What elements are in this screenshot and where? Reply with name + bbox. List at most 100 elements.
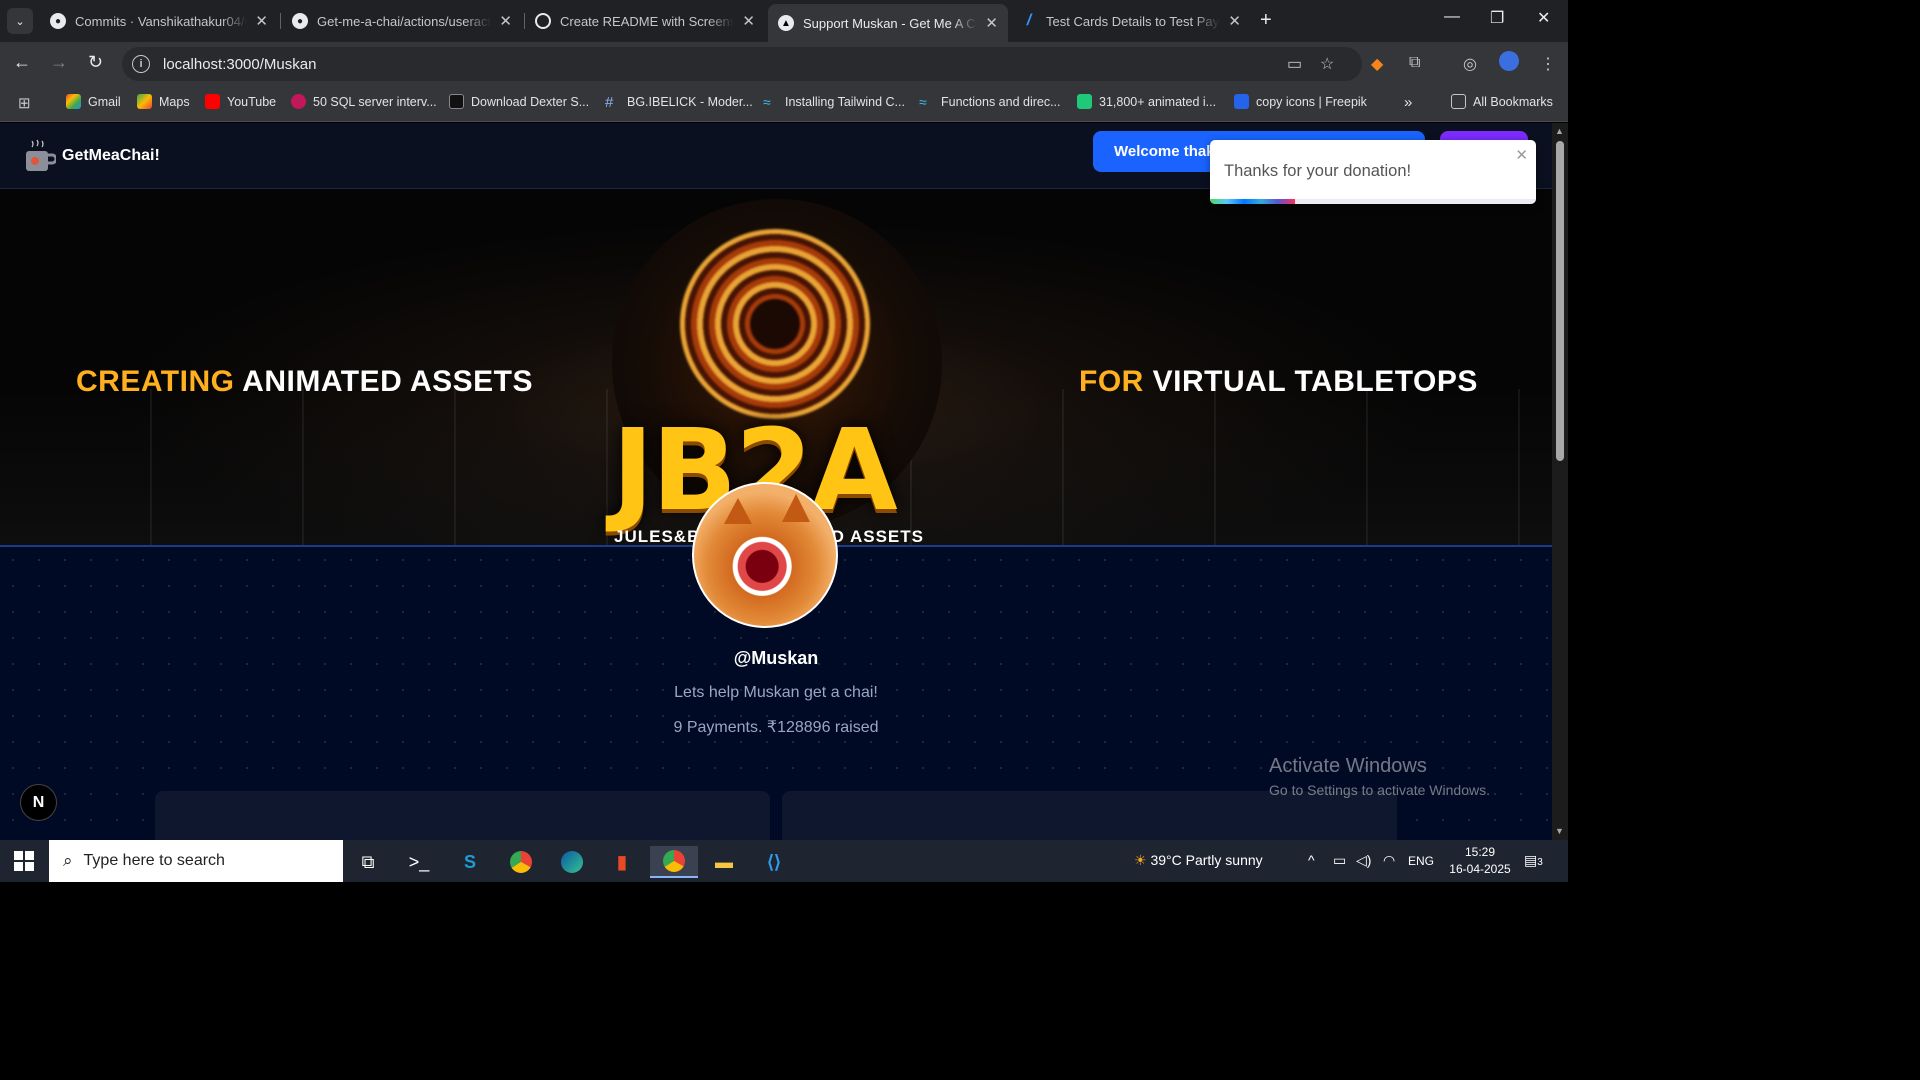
- vscode-icon[interactable]: ⟨⟩: [754, 846, 794, 878]
- bookmark-tailwind[interactable]: ≈ Installing Tailwind C...: [763, 94, 905, 110]
- tab-actions[interactable]: ● Get-me-a-chai/actions/useracti ✕: [282, 6, 522, 36]
- weather-icon: ☀: [1134, 852, 1147, 868]
- search-placeholder: Type here to search: [83, 852, 225, 869]
- reload-icon[interactable]: ↻: [88, 52, 103, 73]
- hash-icon: #: [605, 94, 614, 111]
- scroll-up-icon[interactable]: ▲: [1555, 126, 1564, 136]
- address-bar[interactable]: i localhost:3000/Muskan: [122, 47, 1362, 81]
- tea-cup-icon: [26, 139, 56, 171]
- bookmark-maps[interactable]: Maps: [137, 94, 190, 109]
- taskbar-search[interactable]: ⌕ Type here to search: [49, 840, 343, 882]
- bookmark-youtube[interactable]: YouTube: [205, 94, 276, 109]
- close-tab-icon[interactable]: ✕: [499, 12, 512, 30]
- show-hidden-icons[interactable]: ^: [1308, 852, 1315, 868]
- close-tab-icon[interactable]: ✕: [742, 12, 755, 30]
- skype-icon[interactable]: S: [450, 846, 490, 878]
- banner-tagline-left: CREATING ANIMATED ASSETS: [76, 365, 533, 399]
- bookmark-label: Gmail: [88, 94, 121, 109]
- tab-title: Test Cards Details to Test Payme: [1046, 13, 1221, 29]
- tab-readme[interactable]: Create README with Screensho ✕: [525, 6, 765, 36]
- bookmark-label: copy icons | Freepik: [1256, 94, 1367, 109]
- notification-icon[interactable]: ▤3: [1524, 852, 1543, 869]
- bookmark-label: Installing Tailwind C...: [785, 94, 905, 109]
- profile-username: @Muskan: [733, 648, 819, 668]
- close-tab-icon[interactable]: ✕: [255, 12, 268, 30]
- windows-start-icon[interactable]: [14, 851, 34, 871]
- all-bookmarks[interactable]: All Bookmarks: [1451, 94, 1553, 109]
- task-view-icon[interactable]: ⧉: [348, 846, 388, 878]
- close-tab-icon[interactable]: ✕: [1228, 12, 1241, 30]
- browser-toolbar: ← → ↻ i localhost:3000/Muskan ▭ ☆ ◆ ⧉ ◎ …: [0, 42, 1568, 86]
- scroll-down-icon[interactable]: ▼: [1555, 826, 1564, 836]
- chrome-icon[interactable]: [501, 846, 541, 878]
- profile-description: Lets help Muskan get a chai!: [674, 684, 878, 701]
- openai-icon: [535, 13, 551, 29]
- banner-tagline-right: FOR VIRTUAL TABLETOPS: [1079, 365, 1478, 399]
- bookmark-dexter[interactable]: Download Dexter S...: [449, 94, 589, 109]
- bookmark-label: 31,800+ animated i...: [1099, 94, 1217, 109]
- tailwind-icon: ≈: [763, 94, 771, 110]
- site-logo[interactable]: GetMeaChai!: [24, 139, 160, 173]
- bookmark-ibelick[interactable]: # BG.IBELICK - Moder...: [605, 94, 753, 111]
- volume-icon[interactable]: ◁): [1356, 852, 1371, 869]
- wifi-icon[interactable]: ◠: [1383, 852, 1395, 869]
- profile-avatar-icon[interactable]: [1499, 51, 1519, 71]
- scrollbar-thumb[interactable]: [1556, 141, 1564, 461]
- bookmark-sql[interactable]: 50 SQL server interv...: [291, 94, 437, 109]
- office-icon[interactable]: ▮: [602, 846, 642, 878]
- bookmarks-bar: ⊞ Gmail Maps YouTube 50 SQL server inter…: [0, 86, 1568, 122]
- fire-spiral-graphic: [680, 229, 870, 419]
- tab-title: Support Muskan - Get Me A Ch: [803, 15, 978, 31]
- language-indicator[interactable]: ENG: [1408, 854, 1434, 868]
- tab-test-cards[interactable]: / Test Cards Details to Test Payme ✕: [1011, 6, 1251, 36]
- restore-icon[interactable]: ❐: [1490, 8, 1504, 28]
- tagline-text: VIRTUAL TABLETOPS: [1143, 365, 1478, 398]
- back-icon[interactable]: ←: [13, 52, 31, 73]
- chrome-active-icon[interactable]: [650, 846, 698, 878]
- browser-tab-strip: ⌄ ● Commits · Vanshikathakur04/Ge ✕ ● Ge…: [0, 0, 1568, 42]
- shield-icon: [449, 94, 464, 109]
- extensions-icon[interactable]: ⧉: [1409, 54, 1420, 72]
- tagline-highlight: CREATING: [76, 365, 235, 398]
- metamask-icon[interactable]: ◆: [1371, 54, 1383, 74]
- taskbar-clock[interactable]: 15:29 16-04-2025: [1440, 844, 1520, 878]
- forward-icon[interactable]: →: [50, 52, 68, 73]
- brand-name: GetMeaChai!: [62, 146, 160, 164]
- performance-icon[interactable]: ◎: [1463, 54, 1477, 74]
- nextjs-dev-badge[interactable]: N: [20, 784, 57, 821]
- bookmark-functions[interactable]: ≈ Functions and direc...: [919, 94, 1061, 110]
- close-icon[interactable]: ✕: [1515, 146, 1528, 164]
- vercel-icon: ▲: [778, 15, 794, 31]
- page-scrollbar[interactable]: ▲ ▼: [1552, 123, 1568, 840]
- card-icon[interactable]: ▭: [1287, 54, 1302, 74]
- close-window-icon[interactable]: ✕: [1537, 8, 1550, 28]
- new-tab-button[interactable]: +: [1260, 9, 1272, 32]
- battery-icon[interactable]: ▭: [1333, 852, 1346, 869]
- tab-commits[interactable]: ● Commits · Vanshikathakur04/Ge ✕: [40, 6, 278, 36]
- weather-widget[interactable]: ☀ 39°C Partly sunny: [1134, 852, 1263, 869]
- edge-icon[interactable]: [552, 846, 592, 878]
- tab-support-muskan[interactable]: ▲ Support Muskan - Get Me A Ch ✕: [768, 4, 1008, 42]
- site-info-icon[interactable]: i: [132, 55, 150, 73]
- bookmark-gmail[interactable]: Gmail: [66, 94, 121, 109]
- freepik-icon: [1234, 94, 1249, 109]
- more-bookmarks-icon[interactable]: »: [1404, 94, 1412, 111]
- tab-search-button[interactable]: ⌄: [7, 8, 33, 34]
- apps-icon[interactable]: ⊞: [18, 94, 31, 112]
- bookmark-star-icon[interactable]: ☆: [1320, 54, 1334, 74]
- menu-icon[interactable]: ⋮: [1540, 54, 1556, 74]
- tab-title: Commits · Vanshikathakur04/Ge: [75, 13, 248, 29]
- weather-text: 39°C Partly sunny: [1150, 852, 1263, 868]
- close-tab-icon[interactable]: ✕: [985, 14, 998, 32]
- windows-taskbar: ⌕ Type here to search ⧉ >_ S ▮ ▬ ⟨⟩ ☀ 39…: [0, 840, 1568, 882]
- bookmark-animated-icons[interactable]: 31,800+ animated i...: [1077, 94, 1216, 109]
- supporters-card: [155, 791, 770, 840]
- file-explorer-icon[interactable]: ▬: [704, 846, 744, 878]
- terminal-icon[interactable]: >_: [399, 846, 439, 878]
- bookmark-favicon: [1077, 94, 1092, 109]
- tab-title: Get-me-a-chai/actions/useracti: [317, 13, 492, 29]
- url-text[interactable]: localhost:3000/Muskan: [163, 56, 316, 73]
- activate-title: Activate Windows: [1269, 755, 1427, 777]
- bookmark-freepik[interactable]: copy icons | Freepik: [1234, 94, 1367, 109]
- minimize-icon[interactable]: —: [1444, 8, 1460, 26]
